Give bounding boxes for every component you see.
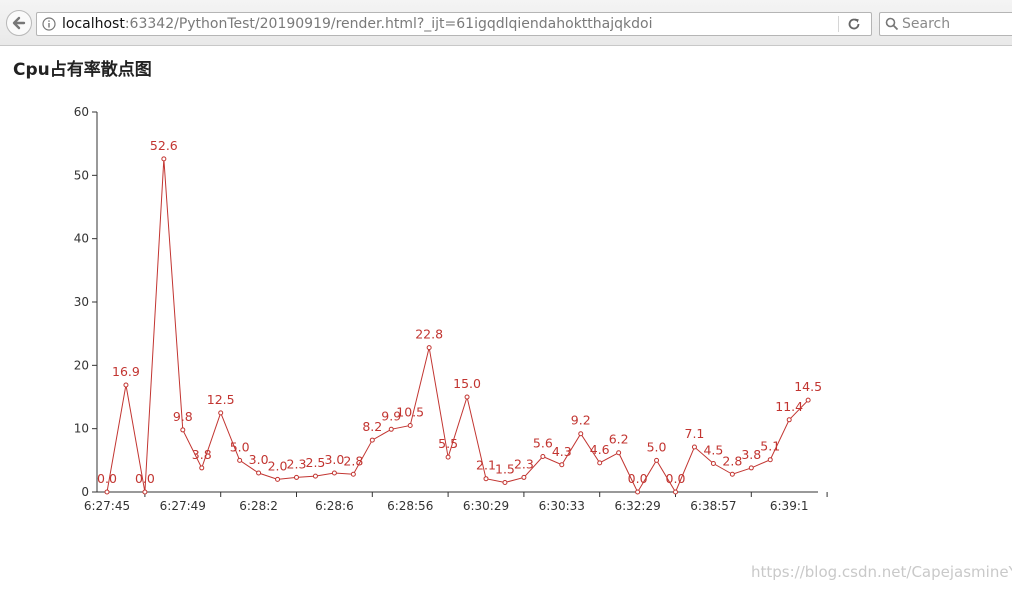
data-label: 22.8 [415,327,443,342]
data-label: 3.0 [324,452,344,467]
data-point [786,417,792,423]
data-point [161,156,167,162]
data-label: 2.3 [514,456,534,471]
x-tick-label: 6:39:1 [770,499,809,513]
y-tick-label: 30 [74,295,89,309]
data-label: 5.0 [647,439,667,454]
data-label: 2.0 [268,458,288,473]
x-tick-label: 6:28:2 [239,499,278,513]
x-tick-label: 6:28:6 [315,499,354,513]
data-point [559,462,565,468]
data-point [445,454,451,460]
data-point [350,471,356,477]
data-label: 12.5 [207,392,235,407]
data-label: 52.6 [150,138,178,153]
data-point [218,410,224,416]
data-label: 0.0 [628,471,648,486]
cpu-line-chart: 0 10 20 30 40 50 60 6:27:45 6:27:49 6:28:2 6:28:6 6… [74,105,828,513]
data-point [710,461,716,466]
data-point [331,470,337,476]
data-label: 5.0 [230,439,250,454]
data-point [691,444,697,450]
watermark-text: https://blog.csdn.net/CapejasmineY [751,563,1012,581]
data-point [502,480,508,485]
data-label: 4.3 [552,444,572,459]
data-point [275,476,281,482]
x-tick-label: 6:30:29 [463,499,509,513]
x-tick-label: 6:32:29 [614,499,660,513]
y-tick-label: 0 [81,485,89,499]
data-point [388,426,394,432]
data-label: 16.9 [112,364,140,379]
data-label: 2.8 [343,453,363,468]
data-label: 5.5 [438,436,458,451]
data-label: 3.8 [192,447,212,462]
data-label: 3.8 [741,447,761,462]
data-label: 7.1 [685,426,705,441]
data-label: 10.5 [396,405,424,420]
data-label: 5.1 [760,439,780,454]
data-point [180,427,186,433]
data-point [540,454,546,460]
y-tick-label: 50 [74,168,89,182]
data-point [673,489,678,495]
data-point [142,489,148,495]
data-point [294,474,299,480]
data-label: 15.0 [453,376,481,391]
data-point [237,457,243,463]
data-label: 9.2 [571,413,591,428]
data-point [616,450,622,456]
data-point [104,489,110,495]
data-point [748,465,754,471]
data-point [654,457,660,463]
data-label: 0.0 [666,471,686,486]
data-point [805,397,811,403]
y-tick-label: 10 [74,422,89,436]
data-label: 2.1 [476,458,496,473]
x-tick-label: 6:30:33 [539,499,585,513]
data-label: 14.5 [794,379,822,394]
x-tick-label: 6:27:49 [160,499,206,513]
data-label: 11.4 [775,399,803,414]
data-point [123,382,129,388]
data-point [256,470,262,476]
data-label: 2.5 [306,455,326,470]
data-label: 6.2 [609,432,629,447]
data-label: 0.0 [97,471,117,486]
x-tick-label: 6:38:57 [690,499,736,513]
data-point [578,431,584,437]
data-point [199,465,205,471]
data-label: 5.6 [533,436,553,451]
y-tick-label: 40 [74,232,89,246]
data-label: 0.0 [135,471,155,486]
data-point [407,423,413,428]
data-point [521,474,527,480]
x-tick-label: 6:27:45 [84,499,130,513]
data-point [369,437,375,443]
data-point [483,476,489,482]
data-point [729,471,735,477]
data-point [312,473,318,479]
data-label: 2.8 [722,453,742,468]
data-point [426,345,432,351]
y-tick-label: 20 [74,358,89,372]
x-tick-label: 6:28:56 [387,499,433,513]
data-label: 4.6 [590,442,610,457]
data-label: 9.8 [173,409,193,424]
data-label: 4.5 [703,443,723,458]
data-label: 8.2 [362,419,382,434]
data-label: 3.0 [249,452,269,467]
data-label: 1.5 [495,462,515,477]
data-point [464,394,470,400]
y-tick-label: 60 [74,105,89,119]
data-point [635,489,641,495]
data-point [767,457,773,463]
data-label: 2.3 [287,456,307,471]
data-point [597,460,603,466]
